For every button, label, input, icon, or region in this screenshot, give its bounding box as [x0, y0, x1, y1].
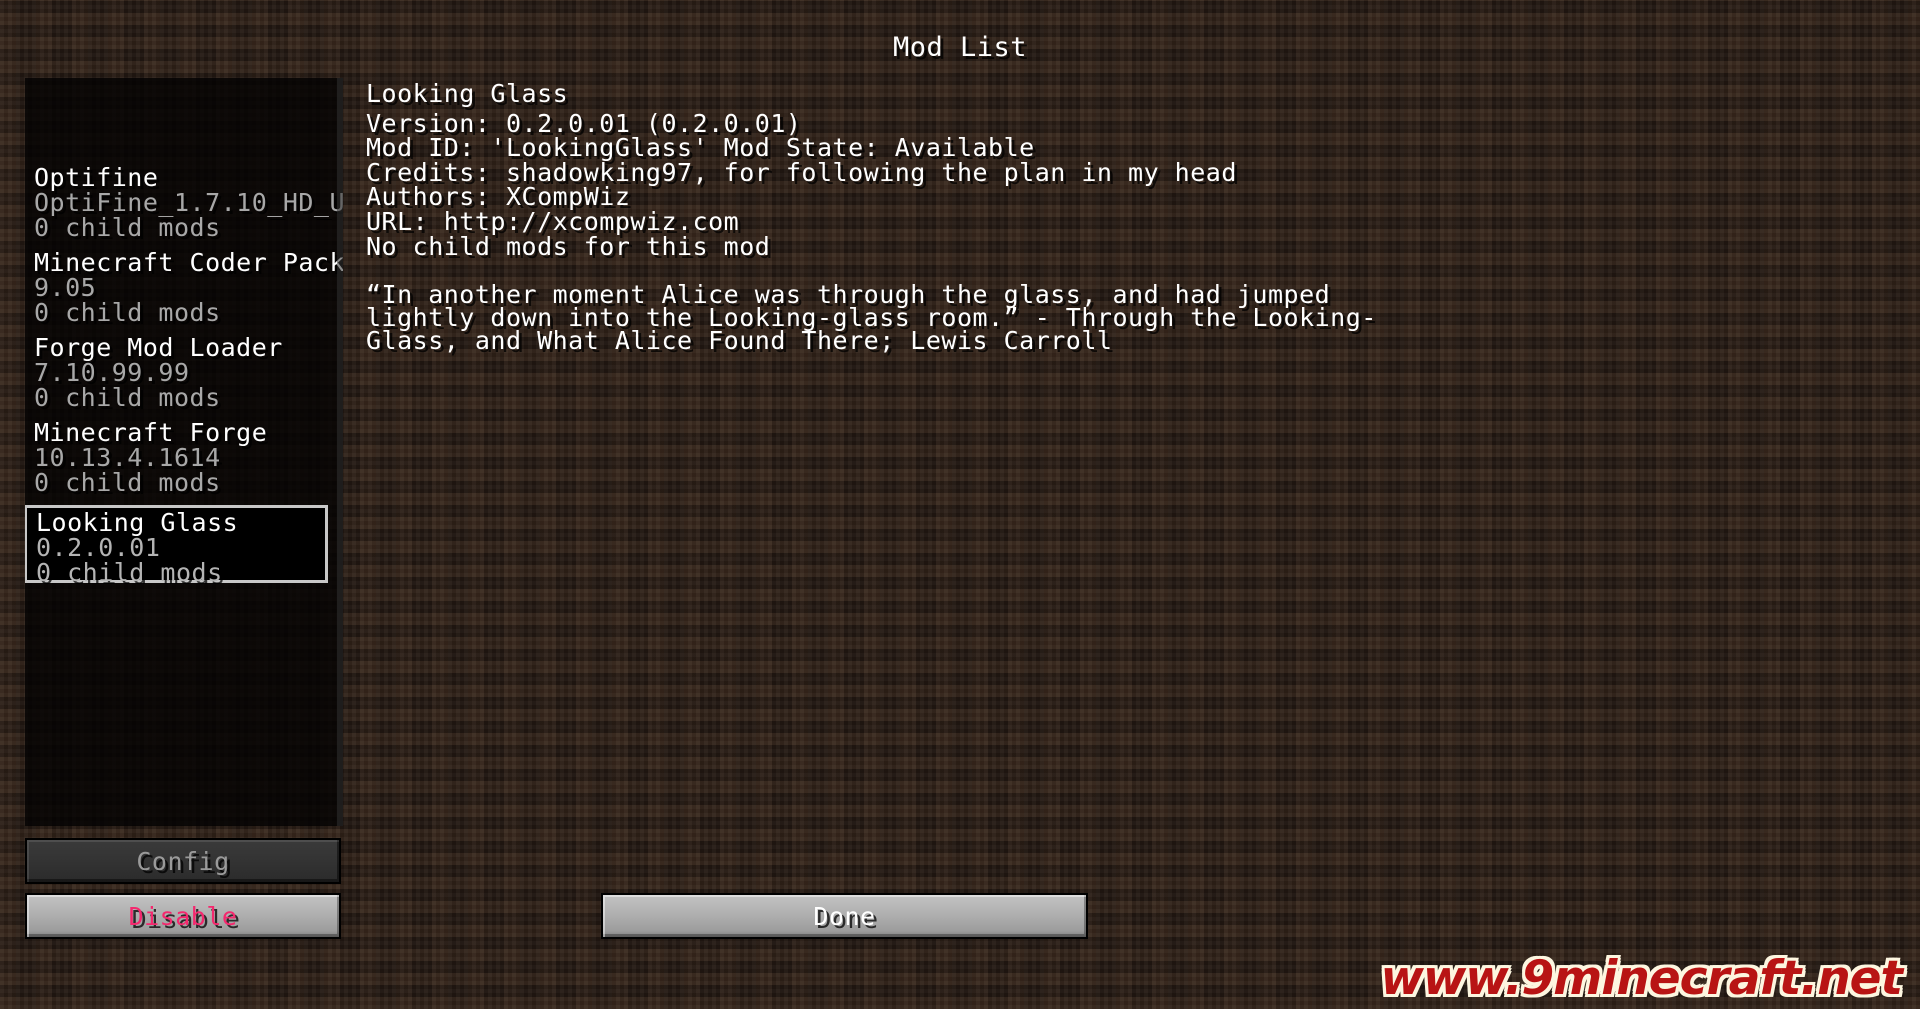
mod-child-count: 0 child mods [34, 468, 221, 497]
mod-child-count: 0 child mods [34, 383, 221, 412]
list-item[interactable]: Forge Mod Loader 7.10.99.99 0 child mods [25, 333, 343, 412]
list-item-selected[interactable]: Looking Glass 0.2.0.01 0 child mods [25, 505, 328, 587]
page-title: Mod List [892, 32, 1028, 63]
mod-detail-panel: Looking Glass Version: 0.2.0.01 (0.2.0.0… [366, 79, 1441, 356]
done-button[interactable]: Done [601, 893, 1088, 939]
mod-version: 7.10.99.99 [34, 358, 190, 387]
mod-name: Minecraft Coder Pack [34, 248, 343, 277]
config-button-label: Config [136, 846, 230, 876]
mod-name: Optifine [34, 163, 159, 192]
mod-detail-description-quote: “In another moment Alice was through the… [366, 280, 1377, 356]
disable-button[interactable]: Disable [25, 893, 341, 939]
mod-version: OptiFine_1.7.10_HD_U_E7 [34, 188, 343, 217]
mod-list-panel[interactable]: Optifine OptiFine_1.7.10_HD_U_E7 0 child… [25, 78, 343, 826]
config-button[interactable]: Config [25, 838, 341, 884]
mod-child-count: 0 child mods [36, 558, 223, 587]
mod-version: 10.13.4.1614 [34, 443, 221, 472]
mod-version: 9.05 [34, 273, 97, 302]
mod-detail-child-mods: No child mods for this mod [366, 231, 771, 261]
list-item[interactable]: Minecraft Forge 10.13.4.1614 0 child mod… [25, 418, 343, 497]
list-item[interactable]: Minecraft Coder Pack 9.05 0 child mods [25, 248, 343, 327]
mod-detail-url[interactable]: URL: http://xcompwiz.com [366, 209, 1441, 235]
mod-child-count: 0 child mods [34, 213, 221, 242]
mod-list-scroll-content: Optifine OptiFine_1.7.10_HD_U_E7 0 child… [25, 165, 343, 596]
mod-name: Forge Mod Loader [34, 333, 283, 362]
mod-child-count: 0 child mods [34, 298, 221, 327]
done-button-label: Done [813, 901, 876, 931]
mod-list-scrollbar-thumb[interactable] [337, 78, 343, 826]
mod-name: Minecraft Forge [34, 418, 268, 447]
mod-name: Looking Glass [36, 508, 239, 537]
disable-button-label: Disable [128, 901, 238, 931]
list-item[interactable]: Optifine OptiFine_1.7.10_HD_U_E7 0 child… [25, 163, 343, 242]
mod-list-scrollbar[interactable] [337, 78, 343, 826]
site-watermark: www.9minecraft.net [1380, 951, 1903, 1006]
mod-version: 0.2.0.01 [36, 533, 161, 562]
mod-detail-title: Looking Glass [366, 79, 569, 108]
